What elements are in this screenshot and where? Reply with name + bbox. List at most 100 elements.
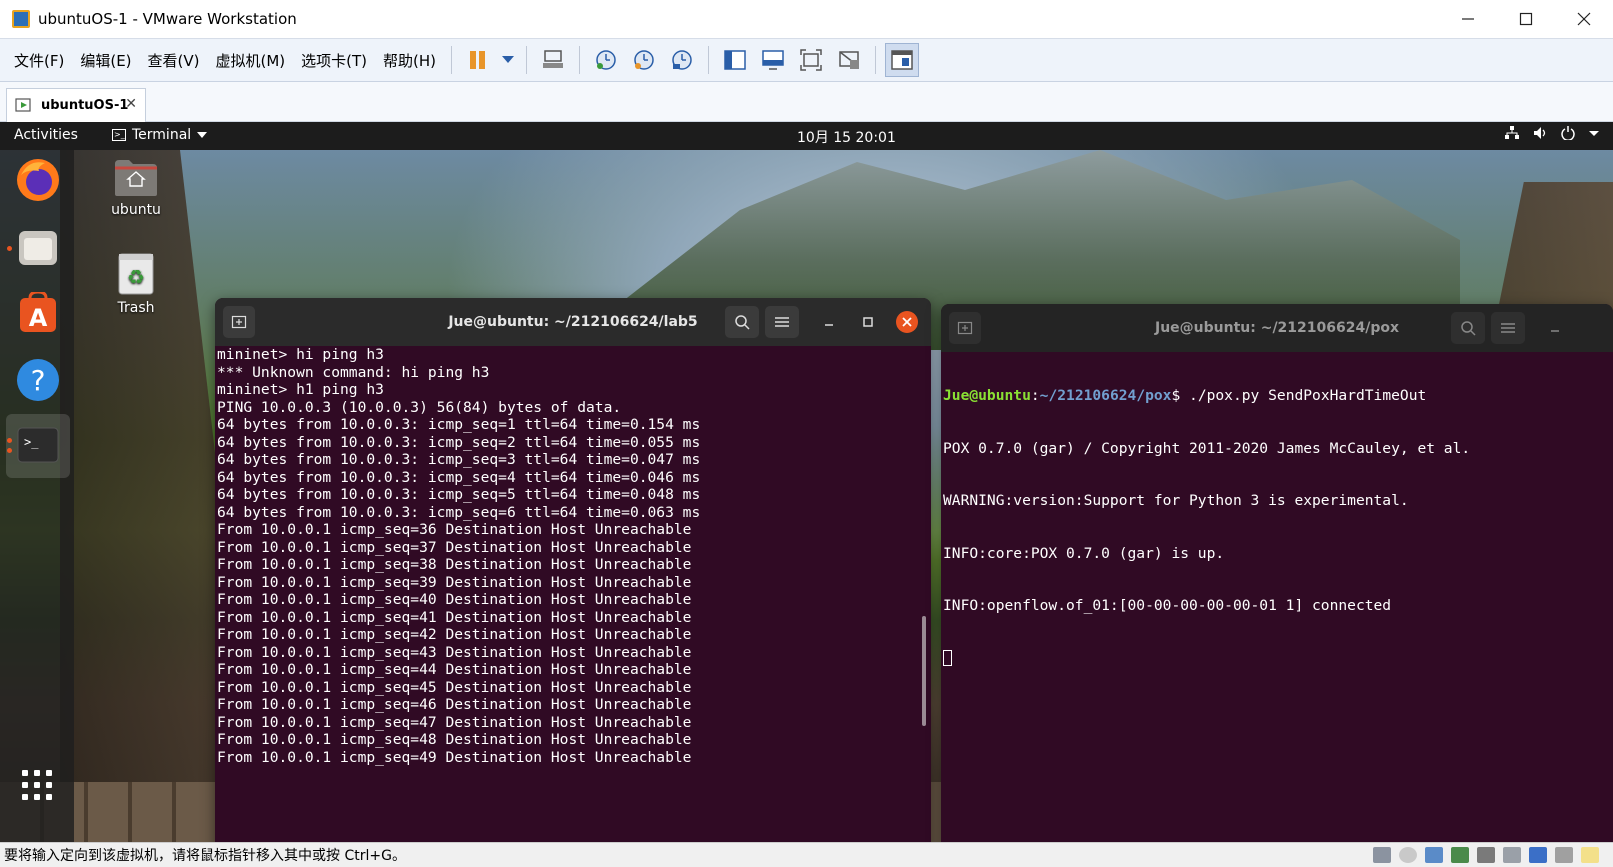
grid-dot — [34, 782, 40, 788]
terminal-minimize-button[interactable] — [1543, 316, 1567, 340]
dock-software[interactable]: A — [14, 290, 62, 338]
console-icon — [891, 50, 913, 70]
chevron-down-icon — [197, 132, 208, 138]
dock-files[interactable] — [14, 224, 62, 272]
terminal-line: From 10.0.0.1 icmp_seq=48 Destination Ho… — [217, 731, 692, 748]
thumbnail-bar-button[interactable] — [756, 43, 790, 77]
power-dropdown-button[interactable] — [499, 43, 517, 77]
monitor-icon — [762, 50, 784, 70]
clock-icon — [672, 50, 692, 70]
clock[interactable]: 10月 15 20:01 — [797, 127, 896, 147]
menu-help[interactable]: 帮助(H) — [375, 50, 444, 71]
show-applications-button[interactable] — [22, 770, 54, 802]
vmware-title-bar: ubuntuOS-1 - VMware Workstation — [0, 0, 1613, 38]
terminal-line: 64 bytes from 10.0.0.3: icmp_seq=5 ttl=6… — [217, 486, 701, 503]
show-library-button[interactable] — [718, 43, 752, 77]
hamburger-menu-button[interactable] — [765, 306, 799, 338]
network-adapter-icon[interactable] — [1425, 847, 1443, 863]
power-icon — [1561, 126, 1575, 140]
revert-snapshot-button[interactable] — [627, 43, 661, 77]
terminal-line: POX 0.7.0 (gar) / Copyright 2011-2020 Ja… — [943, 439, 1471, 457]
clock-icon — [634, 50, 654, 70]
toolbar-separator — [526, 46, 528, 74]
terminal-header[interactable]: Jue@ubuntu: ~/212106624/pox — [941, 304, 1613, 352]
printer-icon[interactable] — [1503, 847, 1521, 863]
send-ctrl-alt-del-button[interactable] — [536, 43, 570, 77]
console-view-button[interactable] — [885, 43, 920, 77]
tab-ubuntuos-1[interactable]: ubuntuOS-1 ✕ — [6, 88, 146, 122]
system-tray[interactable] — [1505, 126, 1599, 140]
dock-help[interactable]: ? — [14, 356, 62, 404]
vm-screen[interactable]: Activities >_ Terminal 10月 15 20:01 A ? — [0, 122, 1613, 842]
terminal-line: INFO:core:POX 0.7.0 (gar) is up. — [943, 544, 1225, 562]
menu-edit[interactable]: 编辑(E) — [72, 50, 139, 71]
unity-icon — [839, 51, 860, 69]
terminal-line: From 10.0.0.1 icmp_seq=44 Destination Ho… — [217, 661, 692, 678]
suspend-button[interactable] — [461, 43, 495, 77]
notes-icon[interactable] — [1581, 847, 1599, 863]
toolbar-separator — [875, 46, 877, 74]
terminal-window-lab5[interactable]: Jue@ubuntu: ~/212106624/lab5 mininet> hi… — [215, 298, 931, 842]
minimize-button[interactable] — [1439, 0, 1497, 38]
terminal-window-pox[interactable]: Jue@ubuntu: ~/212106624/pox Jue@ubuntu:~… — [941, 304, 1613, 842]
fullscreen-button[interactable] — [794, 43, 828, 77]
desktop-icon-home[interactable]: ubuntu — [96, 156, 176, 218]
terminal-line: 64 bytes from 10.0.0.3: icmp_seq=2 ttl=6… — [217, 433, 701, 451]
terminal-minimize-button[interactable] — [817, 310, 841, 334]
dock-terminal[interactable]: >_ — [14, 422, 62, 470]
svg-text:?: ? — [31, 364, 46, 397]
cd-icon[interactable] — [1399, 847, 1417, 863]
terminal-icon: >_ — [17, 427, 59, 463]
hamburger-menu-button[interactable] — [1491, 312, 1525, 344]
terminal-line: From 10.0.0.1 icmp_seq=40 Destination Ho… — [217, 591, 692, 608]
dock-firefox[interactable] — [14, 156, 62, 204]
svg-text:♻: ♻ — [127, 265, 145, 289]
menu-view[interactable]: 查看(V) — [140, 50, 208, 71]
grid-dot — [46, 770, 52, 776]
terminal-maximize-button[interactable] — [856, 310, 880, 334]
menu-vm[interactable]: 虚拟机(M) — [208, 50, 294, 71]
home-folder-icon — [115, 160, 157, 196]
search-button[interactable] — [725, 306, 759, 338]
snapshot-manager-button[interactable] — [665, 43, 699, 77]
terminal-output-lab5[interactable]: mininet> hi ping h3 *** Unknown command: … — [217, 346, 931, 842]
sound-icon[interactable] — [1477, 847, 1495, 863]
search-icon — [735, 315, 750, 330]
snapshot-button[interactable] — [589, 43, 623, 77]
chevron-down-icon — [1589, 131, 1599, 136]
search-icon — [1461, 321, 1476, 336]
ubuntu-top-bar: Activities >_ Terminal 10月 15 20:01 — [0, 122, 1613, 150]
maximize-button[interactable] — [1497, 0, 1555, 38]
vm-icon — [15, 97, 31, 112]
search-button[interactable] — [1451, 312, 1485, 344]
maximize-icon — [1519, 12, 1533, 26]
unity-button[interactable] — [832, 43, 866, 77]
desktop-icon-trash[interactable]: ♻ Trash — [96, 250, 176, 316]
terminal-close-button[interactable] — [896, 311, 918, 333]
display-icon[interactable] — [1555, 847, 1573, 863]
close-window-button[interactable] — [1555, 0, 1613, 38]
chevron-down-icon — [502, 56, 515, 63]
terminal-scrollbar[interactable] — [922, 616, 926, 726]
terminal-line: 64 bytes from 10.0.0.3: icmp_seq=6 ttl=6… — [217, 503, 701, 521]
menu-tabs[interactable]: 选项卡(T) — [293, 50, 375, 71]
terminal-header[interactable]: Jue@ubuntu: ~/212106624/lab5 — [215, 298, 931, 346]
terminal-output-pox[interactable]: Jue@ubuntu:~/212106624/pox$ ./pox.py Sen… — [943, 352, 1613, 842]
app-menu-terminal[interactable]: >_ Terminal — [112, 127, 208, 143]
terminal-line: From 10.0.0.1 icmp_seq=42 Destination Ho… — [217, 626, 692, 643]
bluetooth-icon[interactable] — [1529, 847, 1547, 863]
terminal-line: 64 bytes from 10.0.0.3: icmp_seq=3 ttl=6… — [217, 451, 701, 468]
network-icon — [543, 50, 564, 68]
vm-tab-bar: ubuntuOS-1 ✕ — [0, 82, 1613, 122]
toolbar-separator — [451, 46, 453, 74]
usb-icon[interactable] — [1451, 847, 1469, 863]
activities-button[interactable]: Activities — [14, 127, 78, 143]
tab-close-button[interactable]: ✕ — [125, 96, 137, 112]
tab-label: ubuntuOS-1 — [41, 98, 129, 113]
terminal-prompt-line: Jue@ubuntu:~/212106624/pox$ ./pox.py Sen… — [943, 387, 1613, 405]
status-message: 要将输入定向到该虚拟机，请将鼠标指针移入其中或按 Ctrl+G。 — [4, 848, 406, 864]
menu-file[interactable]: 文件(F) — [6, 50, 72, 71]
hard-disk-icon[interactable] — [1373, 847, 1391, 863]
minimize-icon — [1551, 330, 1559, 332]
terminal-line: WARNING:version:Support for Python 3 is … — [943, 492, 1409, 509]
